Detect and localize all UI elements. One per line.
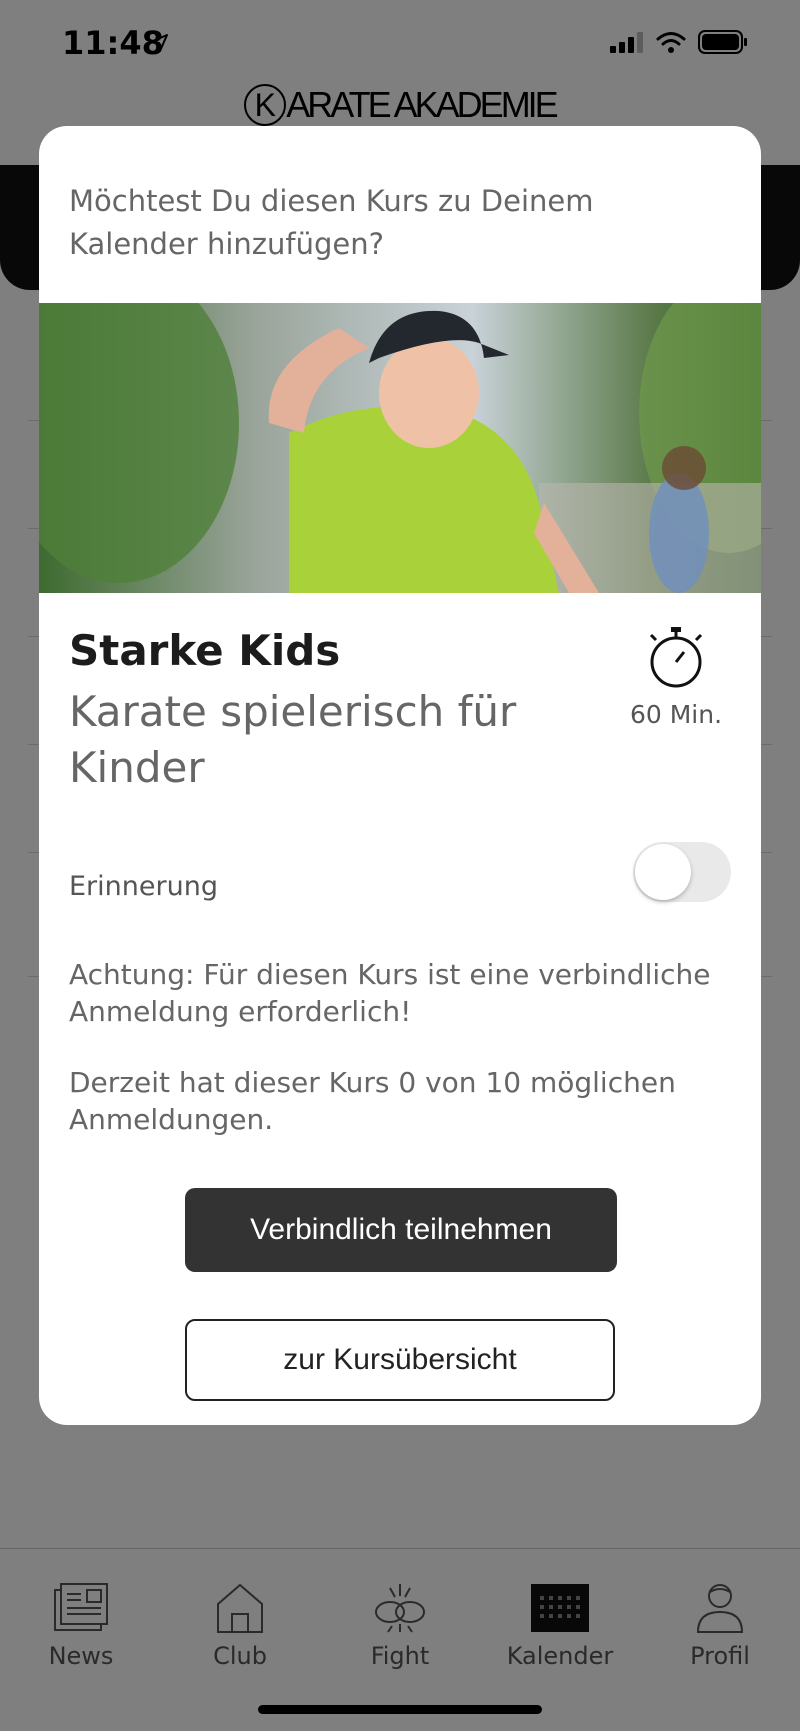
course-photo xyxy=(39,303,761,593)
join-course-button[interactable]: Verbindlich teilnehmen xyxy=(185,1188,617,1272)
course-title: Starke Kids xyxy=(69,626,341,675)
dialog-question: Möchtest Du diesen Kurs zu Deinem Kalend… xyxy=(69,184,594,261)
registration-notice: Achtung: Für diesen Kurs ist eine verbin… xyxy=(69,958,711,1028)
stopwatch-icon xyxy=(621,624,731,694)
add-to-calendar-dialog: Möchtest Du diesen Kurs zu Deinem Kalend… xyxy=(39,126,761,1425)
course-duration: 60 Min. xyxy=(621,624,731,729)
reminder-toggle[interactable] xyxy=(633,842,731,902)
course-overview-button[interactable]: zur Kursübersicht xyxy=(185,1319,615,1401)
toggle-knob xyxy=(635,844,691,900)
duration-label: 60 Min. xyxy=(629,700,723,729)
reminder-label: Erinnerung xyxy=(69,871,218,902)
course-subtitle: Karate spielerisch für Kinder xyxy=(69,687,517,792)
registration-count: Derzeit hat dieser Kurs 0 von 10 möglich… xyxy=(69,1066,676,1136)
